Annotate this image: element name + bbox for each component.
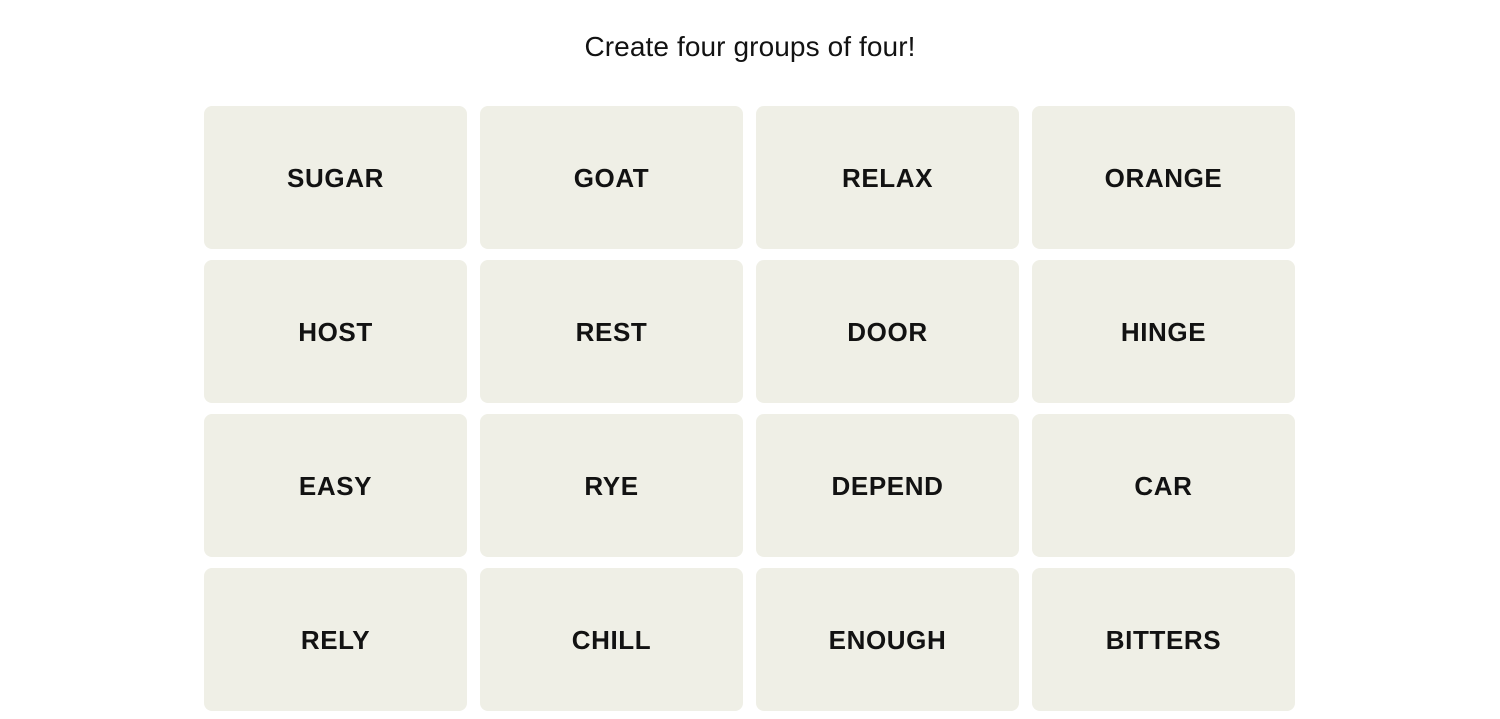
word-tile-label: RELAX (841, 162, 934, 193)
word-tile-label: GOAT (573, 162, 650, 193)
word-tile-label: SUGAR (287, 162, 384, 193)
word-tile-grid: SUGAR GOAT RELAX ORANGE HOST REST DOOR H… (204, 106, 1296, 711)
word-tile[interactable]: RYE (480, 414, 743, 557)
word-tile-label: RYE (584, 470, 639, 501)
page-title: Create four groups of four! (584, 31, 916, 62)
word-tile[interactable]: CHILL (480, 568, 743, 711)
word-tile[interactable]: EASY (204, 414, 467, 557)
word-tile-label: HOST (298, 316, 373, 347)
word-tile-label: CHILL (571, 624, 652, 655)
word-tile[interactable]: RELY (204, 568, 467, 711)
word-tile-label: ORANGE (1104, 162, 1223, 193)
word-tile[interactable]: HINGE (1032, 260, 1295, 403)
word-tile[interactable]: ORANGE (1032, 106, 1295, 249)
word-tile-label: DOOR (847, 316, 928, 347)
word-tile-label: CAR (1134, 470, 1193, 501)
word-tile-label: DEPEND (831, 470, 944, 501)
word-tile-label: EASY (298, 470, 373, 501)
word-tile[interactable]: REST (480, 260, 743, 403)
word-tile[interactable]: GOAT (480, 106, 743, 249)
word-tile[interactable]: CAR (1032, 414, 1295, 557)
word-tile-label: HINGE (1120, 316, 1207, 347)
word-tile-label: RELY (300, 624, 371, 655)
word-tile[interactable]: ENOUGH (756, 568, 1019, 711)
word-tile[interactable]: RELAX (756, 106, 1019, 249)
word-tile[interactable]: SUGAR (204, 106, 467, 249)
word-tile-label: ENOUGH (828, 624, 947, 655)
word-tile-label: REST (575, 316, 648, 347)
word-tile[interactable]: HOST (204, 260, 467, 403)
word-tile[interactable]: DEPEND (756, 414, 1019, 557)
connections-game: Create four groups of four! SUGAR GOAT R… (0, 0, 1500, 719)
word-tile-label: BITTERS (1105, 624, 1222, 655)
word-tile[interactable]: BITTERS (1032, 568, 1295, 711)
word-tile[interactable]: DOOR (756, 260, 1019, 403)
